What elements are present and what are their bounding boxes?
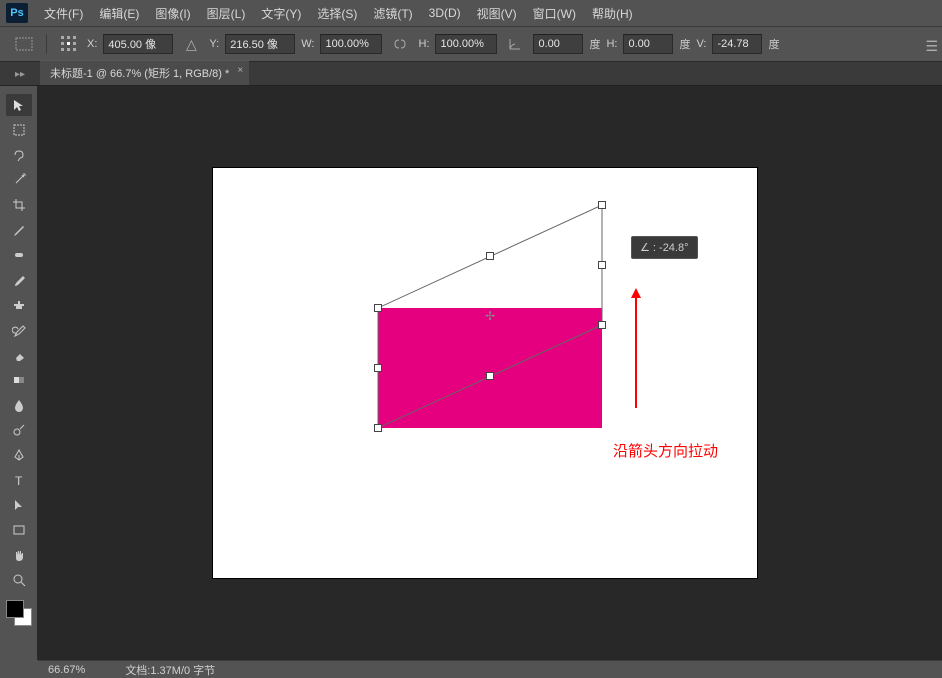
angle-icon[interactable] bbox=[503, 34, 527, 54]
document-tab-title: 未标题-1 @ 66.7% (矩形 1, RGB/8) * bbox=[50, 68, 229, 80]
transform-handle-bl[interactable] bbox=[374, 424, 382, 432]
x-label: X: bbox=[87, 38, 97, 50]
menu-file[interactable]: 文件(F) bbox=[36, 5, 91, 22]
angle-unit: 度 bbox=[589, 36, 600, 52]
v-skew-field[interactable] bbox=[712, 34, 762, 54]
rectangle-tool[interactable] bbox=[6, 519, 32, 541]
transform-handle-br[interactable] bbox=[598, 321, 606, 329]
h-label: H: bbox=[418, 38, 429, 50]
hand-tool[interactable] bbox=[6, 544, 32, 566]
app-logo: Ps bbox=[6, 3, 28, 23]
reference-point-icon[interactable] bbox=[57, 34, 81, 54]
magic-wand-tool[interactable] bbox=[6, 169, 32, 191]
status-bar: 66.67% 文档:1.37M/0 字节 bbox=[38, 660, 942, 678]
menu-bar: Ps 文件(F) 编辑(E) 图像(I) 图层(L) 文字(Y) 选择(S) 滤… bbox=[0, 0, 942, 26]
path-selection-tool[interactable] bbox=[6, 494, 32, 516]
lasso-tool[interactable] bbox=[6, 144, 32, 166]
transform-handle-bm[interactable] bbox=[486, 372, 494, 380]
y-field[interactable] bbox=[225, 34, 295, 54]
document-tab[interactable]: 未标题-1 @ 66.7% (矩形 1, RGB/8) * × bbox=[40, 60, 249, 85]
h-field[interactable] bbox=[435, 34, 497, 54]
foreground-color-swatch[interactable] bbox=[6, 600, 24, 618]
transform-handle-mr[interactable] bbox=[598, 261, 606, 269]
panel-collapse-icon[interactable]: ▸▸ bbox=[0, 62, 40, 86]
h-skew-field[interactable] bbox=[623, 34, 673, 54]
menu-filter[interactable]: 滤镜(T) bbox=[365, 5, 420, 22]
healing-brush-tool[interactable] bbox=[6, 244, 32, 266]
menu-view[interactable]: 视图(V) bbox=[469, 5, 525, 22]
type-tool[interactable]: T bbox=[6, 469, 32, 491]
separator bbox=[46, 34, 47, 54]
transform-mode-icon[interactable] bbox=[12, 34, 36, 54]
transform-handle-ml[interactable] bbox=[374, 364, 382, 372]
workspace-switcher-icon[interactable]: ☰ bbox=[925, 38, 938, 55]
h-skew-label: H: bbox=[606, 38, 617, 50]
crop-tool[interactable] bbox=[6, 194, 32, 216]
angle-tooltip: ∠ : -24.8° bbox=[631, 236, 698, 259]
canvas[interactable]: ✢ ∠ : -24.8° 沿箭头方向拉动 bbox=[213, 168, 757, 578]
link-icon[interactable] bbox=[388, 34, 412, 54]
brush-tool[interactable] bbox=[6, 269, 32, 291]
menu-image[interactable]: 图像(I) bbox=[147, 5, 198, 22]
document-info[interactable]: 文档:1.37M/0 字节 bbox=[125, 662, 215, 678]
tools-panel: T bbox=[0, 86, 38, 660]
eyedropper-tool[interactable] bbox=[6, 219, 32, 241]
gradient-tool[interactable] bbox=[6, 369, 32, 391]
menu-window[interactable]: 窗口(W) bbox=[525, 5, 584, 22]
eraser-tool[interactable] bbox=[6, 344, 32, 366]
h-skew-unit: 度 bbox=[679, 36, 690, 52]
pen-tool[interactable] bbox=[6, 444, 32, 466]
options-bar: X: △ Y: W: H: 度 H: 度 V: 度 bbox=[0, 26, 942, 62]
menu-edit[interactable]: 编辑(E) bbox=[91, 5, 147, 22]
x-field[interactable] bbox=[103, 34, 173, 54]
angle-field[interactable] bbox=[533, 34, 583, 54]
menu-type[interactable]: 文字(Y) bbox=[253, 5, 309, 22]
clone-stamp-tool[interactable] bbox=[6, 294, 32, 316]
annotation-arrow-head-icon bbox=[631, 288, 641, 298]
transform-handle-tm[interactable] bbox=[486, 252, 494, 260]
w-field[interactable] bbox=[320, 34, 382, 54]
zoom-level[interactable]: 66.67% bbox=[48, 664, 85, 676]
menu-layer[interactable]: 图层(L) bbox=[199, 5, 254, 22]
w-label: W: bbox=[301, 38, 314, 50]
history-brush-tool[interactable] bbox=[6, 319, 32, 341]
menu-3d[interactable]: 3D(D) bbox=[421, 6, 469, 20]
v-skew-label: V: bbox=[696, 38, 706, 50]
document-tab-row: 未标题-1 @ 66.7% (矩形 1, RGB/8) * × bbox=[0, 62, 942, 86]
color-swatches[interactable] bbox=[6, 600, 32, 626]
zoom-tool[interactable] bbox=[6, 569, 32, 591]
blur-tool[interactable] bbox=[6, 394, 32, 416]
annotation-arrow bbox=[635, 298, 637, 408]
transform-handle-tl[interactable] bbox=[374, 304, 382, 312]
workspace: ✢ ∠ : -24.8° 沿箭头方向拉动 bbox=[38, 86, 942, 660]
svg-text:T: T bbox=[15, 474, 23, 487]
transform-handle-tr[interactable] bbox=[598, 201, 606, 209]
menu-select[interactable]: 选择(S) bbox=[309, 5, 365, 22]
delta-icon[interactable]: △ bbox=[179, 34, 203, 54]
close-icon[interactable]: × bbox=[237, 65, 243, 76]
marquee-tool[interactable] bbox=[6, 119, 32, 141]
transform-center-icon[interactable]: ✢ bbox=[484, 310, 496, 322]
move-tool[interactable] bbox=[6, 94, 32, 116]
menu-help[interactable]: 帮助(H) bbox=[584, 5, 641, 22]
y-label: Y: bbox=[209, 38, 219, 50]
annotation-text: 沿箭头方向拉动 bbox=[613, 440, 718, 461]
v-skew-unit: 度 bbox=[768, 36, 779, 52]
dodge-tool[interactable] bbox=[6, 419, 32, 441]
rectangle-shape[interactable] bbox=[378, 308, 602, 428]
